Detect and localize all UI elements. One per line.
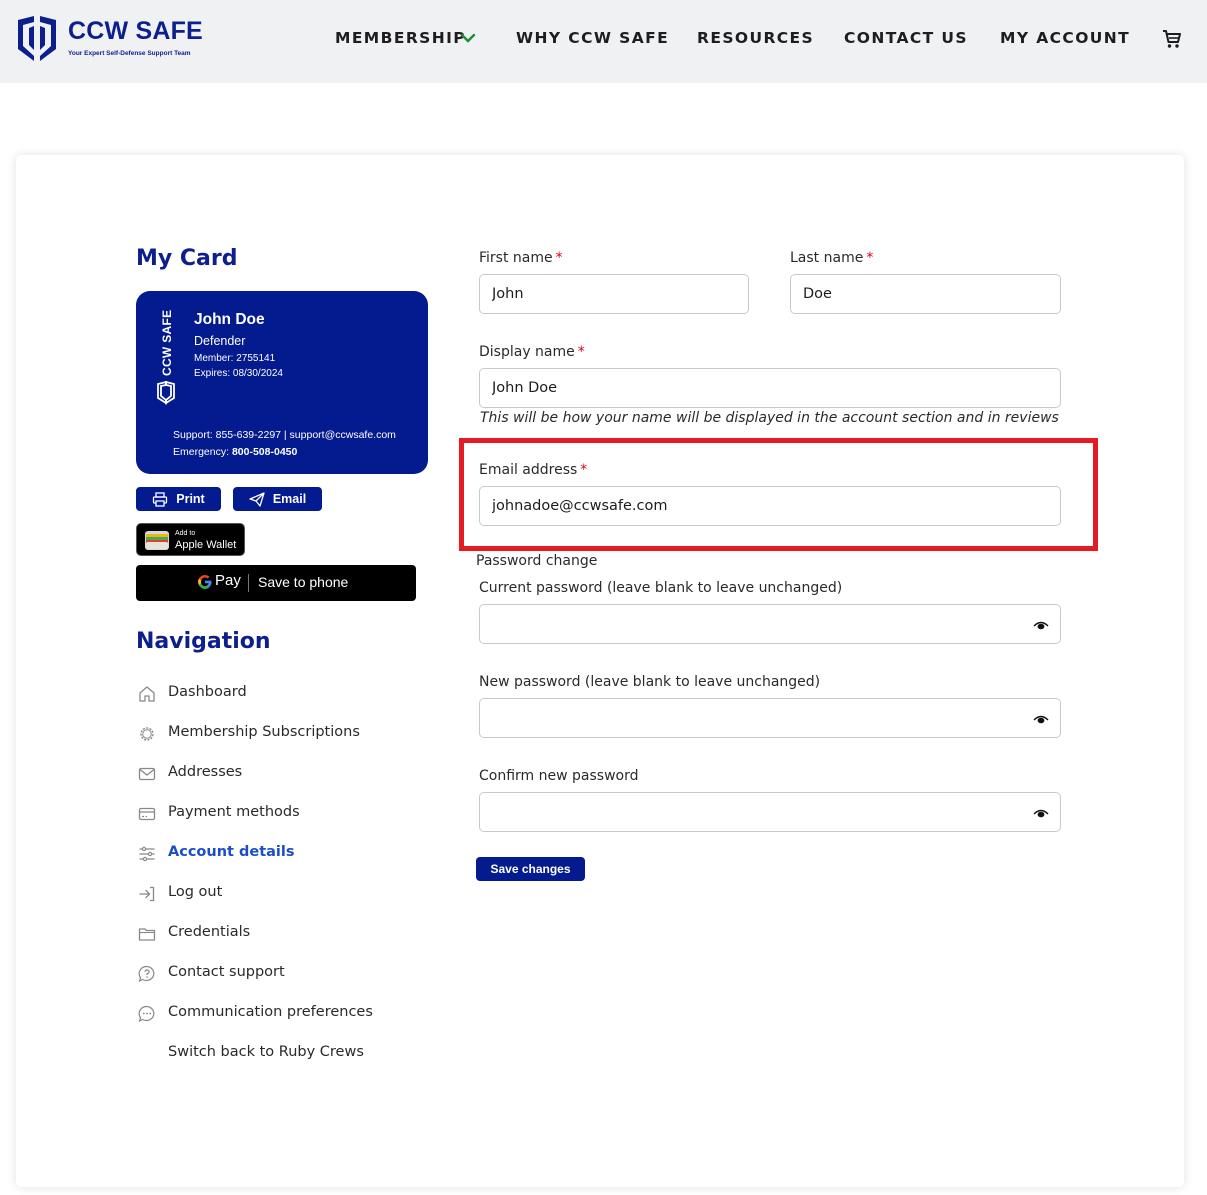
- google-pay-save-button[interactable]: Pay Save to phone: [136, 565, 416, 601]
- save-changes-button[interactable]: Save changes: [476, 857, 585, 881]
- required-mark: *: [866, 250, 874, 266]
- google-g-icon: [198, 575, 212, 589]
- password-change-heading: Password change: [476, 553, 598, 569]
- chat-bubble-icon: [138, 1005, 155, 1023]
- site-header: CCW SAFE Your Expert Self-Defense Suppor…: [0, 0, 1207, 83]
- printer-icon: [153, 491, 168, 507]
- email-card-button[interactable]: Email: [233, 487, 322, 511]
- nav-membership[interactable]: MEMBERSHIP: [335, 29, 466, 47]
- card-emergency: Emergency: 800-508-0450: [173, 446, 297, 458]
- sidebar-item-credentials[interactable]: Credentials: [136, 922, 396, 946]
- eye-icon[interactable]: [1033, 714, 1049, 726]
- folder-icon: [138, 928, 156, 941]
- sidebar-item-payment-methods[interactable]: Payment methods: [136, 802, 396, 826]
- sidebar-item-label: Account details: [168, 844, 295, 860]
- wallet-small-text: Add to: [175, 530, 196, 537]
- display-name-hint: This will be how your name will be displ…: [480, 410, 1059, 426]
- confirm-password-label: Confirm new password: [479, 768, 639, 784]
- shield-logo-icon: [18, 16, 56, 61]
- required-mark: *: [577, 344, 585, 360]
- nav-my-account[interactable]: MY ACCOUNT: [1000, 29, 1130, 47]
- cart-icon[interactable]: [1160, 27, 1184, 51]
- last-name-label: Last name *: [790, 250, 873, 266]
- sidebar-item-label: Credentials: [168, 924, 251, 940]
- last-name-field[interactable]: [790, 274, 1061, 314]
- sidebar-item-label: Log out: [168, 884, 223, 900]
- sidebar-item-contact-support[interactable]: Contact support: [136, 962, 396, 986]
- sidebar-item-switch-back[interactable]: Switch back to Ruby Crews: [136, 1042, 396, 1066]
- print-card-button[interactable]: Print: [136, 487, 221, 511]
- gpay-divider: [248, 574, 249, 592]
- ccw-safe-logo[interactable]: CCW SAFE Your Expert Self-Defense Suppor…: [14, 14, 214, 64]
- eye-icon[interactable]: [1033, 808, 1049, 820]
- nav-contact-us[interactable]: CONTACT US: [844, 29, 968, 47]
- display-name-label-text: Display name: [479, 344, 575, 360]
- required-mark: *: [555, 250, 563, 266]
- display-name-label: Display name *: [479, 344, 585, 360]
- new-password-label: New password (leave blank to leave uncha…: [479, 674, 821, 690]
- confirm-password-field[interactable]: [479, 792, 1061, 832]
- sidebar-item-label: Contact support: [168, 964, 285, 980]
- sidebar-item-label: Addresses: [168, 764, 243, 780]
- card-brand-wrap: CCW SAFE: [154, 309, 178, 382]
- current-password-label: Current password (leave blank to leave u…: [479, 580, 843, 596]
- email-label: Email: [272, 492, 307, 506]
- send-icon: [249, 491, 265, 507]
- sidebar-item-label: Dashboard: [168, 684, 247, 700]
- card-member-number: Member: 2755141: [194, 353, 276, 364]
- card-holder-name: John Doe: [194, 311, 265, 328]
- navigation-title: Navigation: [136, 629, 271, 654]
- nav-why-ccw-safe[interactable]: WHY CCW SAFE: [516, 29, 669, 47]
- sidebar-item-label: Switch back to Ruby Crews: [168, 1044, 364, 1060]
- sidebar-item-label: Communication preferences: [168, 1004, 373, 1020]
- card-brand-text: CCW SAFE: [160, 309, 174, 376]
- sidebar-item-membership-subscriptions[interactable]: Membership Subscriptions: [136, 722, 396, 746]
- sidebar-item-dashboard[interactable]: Dashboard: [136, 682, 396, 706]
- log-out-icon: [139, 886, 155, 902]
- gpay-pay-text: Pay: [215, 572, 241, 589]
- card-expiration: Expires: 08/30/2024: [194, 368, 283, 379]
- first-name-label-text: First name: [479, 250, 553, 266]
- sidebar-item-account-details[interactable]: Account details: [136, 842, 396, 866]
- first-name-label: First name *: [479, 250, 563, 266]
- wallet-icon: [145, 531, 169, 550]
- sliders-icon: [139, 846, 155, 862]
- gear-icon: [140, 727, 154, 741]
- logo-text: CCW SAFE: [68, 17, 203, 45]
- card-support-info: Support: 855-639-2297 | support@ccwsafe.…: [173, 429, 396, 441]
- home-icon: [139, 686, 155, 702]
- sidebar-item-addresses[interactable]: Addresses: [136, 762, 396, 786]
- print-label: Print: [176, 492, 205, 506]
- highlight-box: [459, 438, 1098, 551]
- card-member-level: Defender: [194, 334, 246, 348]
- sidebar-item-communication-preferences[interactable]: Communication preferences: [136, 1002, 396, 1026]
- wallet-big-text: Apple Wallet: [175, 539, 237, 551]
- add-to-apple-wallet-button[interactable]: Add to Apple Wallet: [136, 523, 245, 556]
- last-name-label-text: Last name: [790, 250, 864, 266]
- first-name-field[interactable]: [479, 274, 749, 314]
- sidebar-item-label: Membership Subscriptions: [168, 724, 360, 740]
- card-emergency-label: Emergency:: [173, 446, 230, 458]
- chevron-down-icon[interactable]: [460, 30, 476, 46]
- help-bubble-icon: [138, 965, 155, 983]
- card-emergency-number: 800-508-0450: [231, 446, 298, 458]
- logo-tagline: Your Expert Self-Defense Support Team: [68, 50, 191, 57]
- current-password-field[interactable]: [479, 604, 1061, 644]
- eye-icon[interactable]: [1033, 620, 1049, 632]
- sidebar-item-label: Payment methods: [168, 804, 300, 820]
- envelope-icon: [138, 767, 156, 781]
- my-card-title: My Card: [136, 246, 238, 271]
- credit-card-icon: [138, 807, 156, 821]
- gpay-save-text: Save to phone: [258, 574, 349, 590]
- nav-resources[interactable]: RESOURCES: [697, 29, 814, 47]
- new-password-field[interactable]: [479, 698, 1061, 738]
- sidebar-item-log-out[interactable]: Log out: [136, 882, 396, 906]
- display-name-field[interactable]: [479, 368, 1061, 408]
